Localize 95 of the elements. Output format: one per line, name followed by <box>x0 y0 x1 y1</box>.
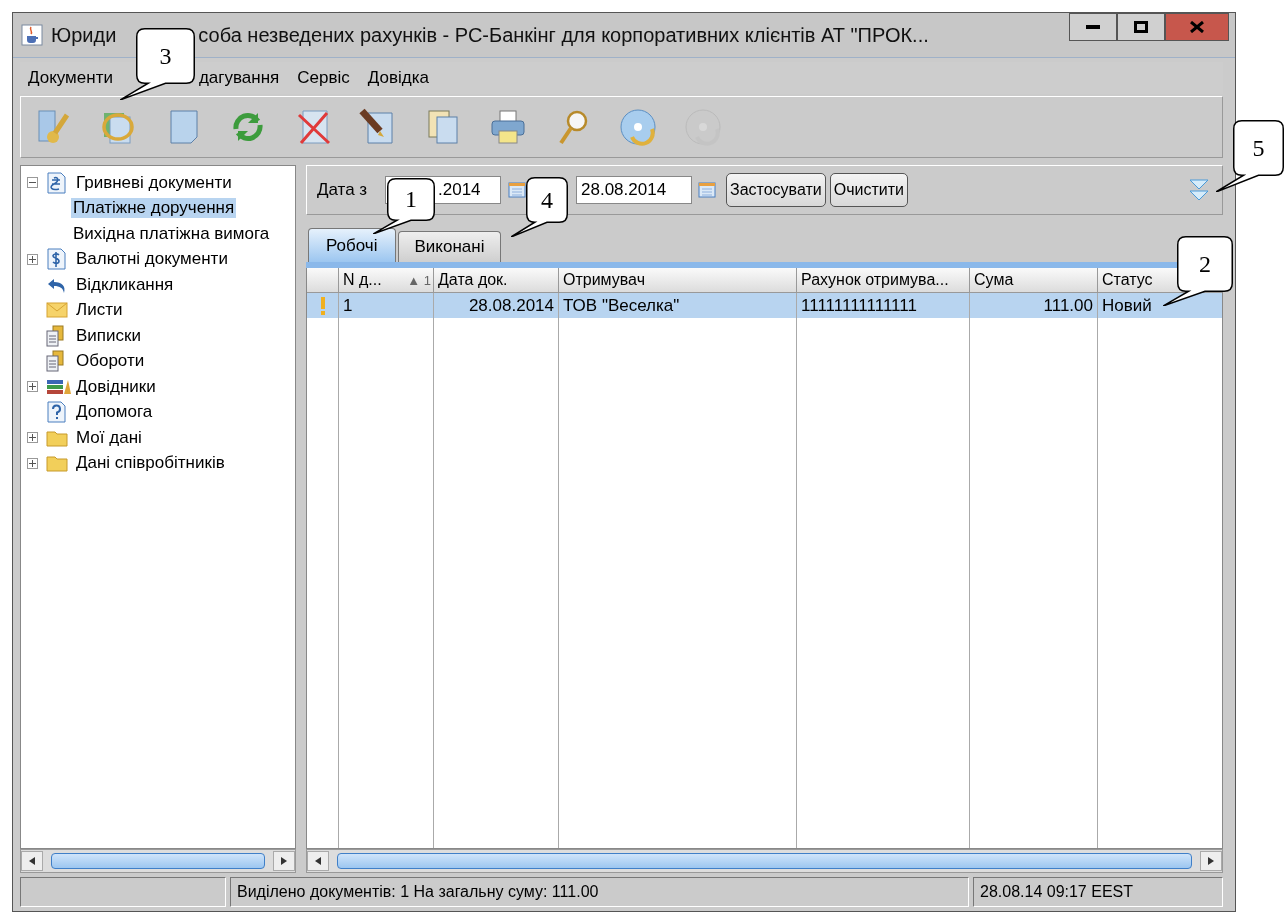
header-label: Статус <box>1102 271 1153 289</box>
menu-item[interactable]: Сервіс <box>297 68 350 88</box>
plus-icon <box>29 459 36 467</box>
scroll-thumb[interactable] <box>51 853 265 869</box>
plus-icon <box>29 434 36 442</box>
close-icon <box>1190 21 1204 33</box>
date-to-field[interactable]: 28.08.2014 <box>576 176 692 204</box>
table-cell: 1 <box>339 293 434 318</box>
expand-toggle[interactable] <box>27 177 38 189</box>
calendar-icon <box>508 182 526 198</box>
plus-icon <box>29 255 36 263</box>
header-label: Отримувач <box>563 271 645 289</box>
tab[interactable]: Робочі <box>308 228 396 262</box>
exclamation-icon <box>319 296 326 315</box>
books-icon <box>46 377 72 396</box>
right-arrow-icon <box>281 857 287 865</box>
tab[interactable]: Виконані <box>397 231 502 262</box>
column-header[interactable]: Рахунок отримува... <box>797 268 970 293</box>
filter-button[interactable]: Застосувати <box>726 173 826 207</box>
expand-toggle[interactable] <box>27 457 38 469</box>
table-cell: ТОВ "Веселка" <box>559 293 797 318</box>
menu-item[interactable]: Документи <box>28 68 113 88</box>
scroll-right-button[interactable] <box>1200 851 1222 871</box>
minimize-button[interactable] <box>1069 13 1117 41</box>
minus-icon <box>29 182 36 184</box>
scrollbar[interactable] <box>20 849 296 873</box>
column-header[interactable]: Отримувач <box>559 268 797 293</box>
tree-item[interactable]: Мої дані <box>74 427 144 448</box>
envelope-icon <box>46 302 68 319</box>
callout-tooltip: 3 <box>120 28 195 100</box>
tree-item[interactable]: Вихідна платіжна вимога <box>71 223 272 244</box>
status-clock: 28.08.14 09:17 EEST <box>973 877 1223 907</box>
calendar-icon <box>698 182 716 198</box>
double-chevron-down-icon <box>1188 177 1210 203</box>
header-label: N д... <box>343 271 382 289</box>
column-header[interactable] <box>307 268 339 293</box>
sort-indicator: ▲ 1 <box>407 272 431 288</box>
tree-item[interactable]: Гривневі документи <box>74 172 234 193</box>
header-label: Сума <box>974 271 1014 289</box>
tree-item[interactable]: Листи <box>74 300 125 321</box>
scroll-left-button[interactable] <box>307 851 329 871</box>
tree-item[interactable]: Дані співробітників <box>74 453 227 474</box>
date-label: Дата з <box>317 180 369 200</box>
tree-item[interactable]: Відкликання <box>74 274 176 295</box>
callout-tooltip: 5 <box>1216 120 1284 192</box>
callout-tooltip: 4 <box>511 177 568 237</box>
scroll-left-button[interactable] <box>21 851 43 871</box>
tree-item[interactable]: Обороти <box>74 351 147 372</box>
tree-item[interactable]: Довідники <box>74 376 158 397</box>
table-cell: 28.08.2014 <box>434 293 559 318</box>
filter-button[interactable]: Очистити <box>829 173 908 207</box>
menu-item[interactable]: дагування <box>198 68 280 88</box>
scroll-thumb[interactable] <box>337 853 1192 869</box>
expand-toggle[interactable] <box>27 253 38 265</box>
tree-item[interactable]: Платіжне доручення <box>71 198 237 219</box>
plus-icon <box>29 383 36 391</box>
column-header[interactable]: Дата док. <box>434 268 559 293</box>
header-label: Рахунок отримува... <box>801 271 949 289</box>
column-header[interactable]: N д... ▲ 1 <box>339 268 434 293</box>
document-icon <box>46 171 66 194</box>
document-stack-icon <box>46 350 64 373</box>
folder-icon <box>46 454 68 473</box>
maximize-button[interactable] <box>1117 13 1165 41</box>
disc-icon <box>683 107 723 147</box>
menu-item[interactable]: Довідка <box>367 68 429 88</box>
window-title: Юриди <box>51 23 117 47</box>
table-cell: 111.00 <box>970 293 1098 318</box>
scroll-right-button[interactable] <box>273 851 295 871</box>
tree-item[interactable]: Допомога <box>74 402 155 423</box>
right-arrow-icon <box>1208 857 1214 865</box>
expand-toggle[interactable] <box>27 381 38 393</box>
dollar-document-icon <box>46 248 66 271</box>
close-button[interactable] <box>1165 13 1229 41</box>
tree-item[interactable]: Валютні документи <box>74 249 230 270</box>
table-cell: Новий <box>1098 293 1222 318</box>
document-stack-icon <box>46 324 64 347</box>
header-label: Дата док. <box>438 271 508 289</box>
help-icon <box>46 401 66 424</box>
expand-filter-button[interactable] <box>1188 177 1210 203</box>
expand-toggle[interactable] <box>27 432 38 444</box>
window-title: соба незведених рахунків - РС-Банкінг для корпоративних клієнтів АТ "ПРОК... <box>198 23 929 47</box>
java-cup-icon <box>21 24 43 46</box>
left-arrow-icon <box>29 857 35 865</box>
disc-icon <box>618 107 658 147</box>
status-text: Виділено документів: 1 На загальну суму: 111.00 <box>230 877 969 907</box>
column-header[interactable]: Сума <box>970 268 1098 293</box>
callout-tooltip: 2 <box>1163 236 1233 306</box>
table-cell: 11111111111111 <box>797 293 970 318</box>
minimize-icon <box>1086 25 1100 29</box>
left-arrow-icon <box>315 857 321 865</box>
scrollbar[interactable] <box>306 849 1223 873</box>
tree-item[interactable]: Виписки <box>74 325 143 346</box>
maximize-icon <box>1134 21 1148 33</box>
folder-icon <box>46 428 68 447</box>
printer-icon <box>488 107 528 147</box>
